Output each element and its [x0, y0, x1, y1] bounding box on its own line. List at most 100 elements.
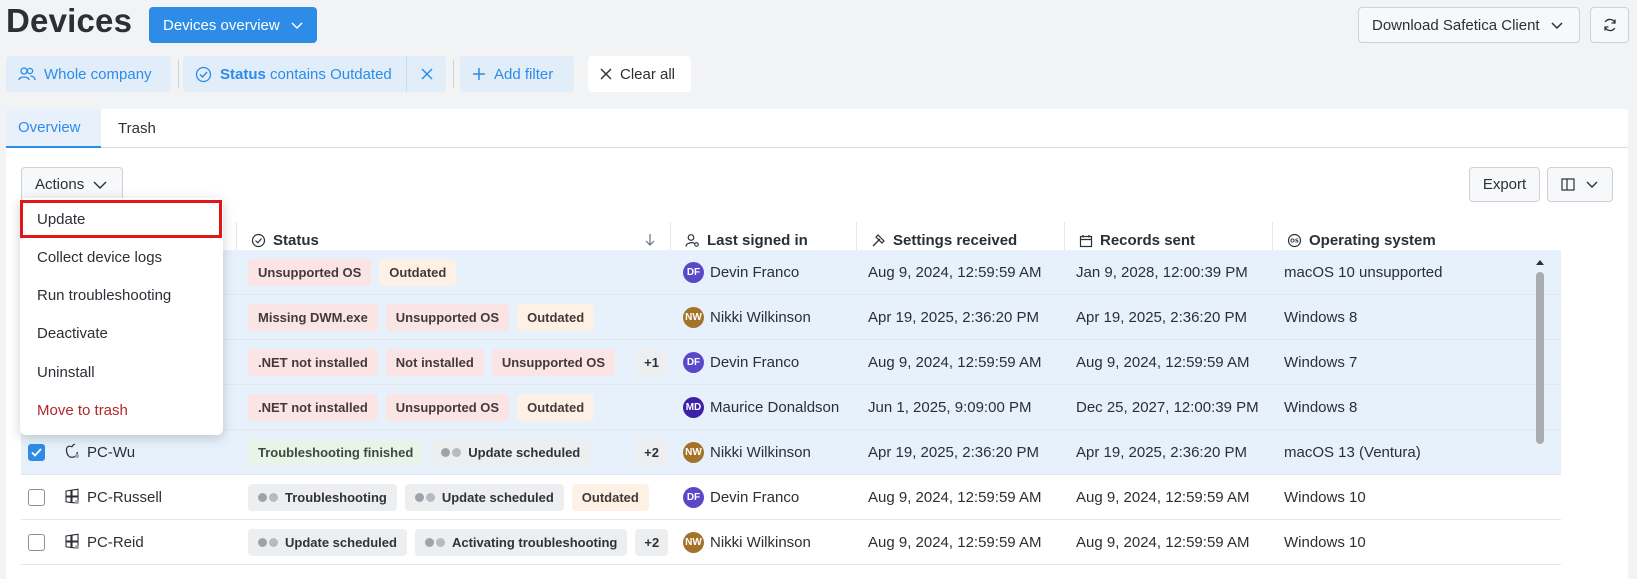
user-name[interactable]: Nikki Wilkinson — [710, 309, 811, 326]
actions-button[interactable]: Actions — [21, 167, 123, 202]
add-filter-button[interactable]: Add filter — [460, 56, 574, 92]
close-icon — [600, 68, 612, 80]
status-badge: Unsupported OS — [385, 394, 510, 421]
chevron-down-icon — [93, 181, 107, 189]
table-row[interactable]: Unsupported OS Outdated DF Devin Franco Aug … — [21, 250, 1561, 295]
view-select[interactable]: Devices overview — [149, 7, 317, 43]
table-row[interactable]: .NET not installed Unsupported OS Outdated… — [21, 385, 1561, 430]
settings-received-cell: Apr 19, 2025, 2:36:20 PM — [868, 444, 1039, 461]
user-name[interactable]: Devin Franco — [710, 354, 799, 371]
download-client-label: Download Safetica Client — [1372, 16, 1540, 34]
status-badge-label: Update scheduled — [468, 445, 581, 460]
menu-item-move-to-trash[interactable]: Move to trash — [20, 391, 223, 429]
clear-all-button[interactable]: Clear all — [588, 56, 691, 92]
table-row[interactable]: PC-Wu Troubleshooting finished Update sche… — [21, 430, 1561, 475]
table-row[interactable]: .NET not installed Not installed Unsupport… — [21, 340, 1561, 385]
operating-system-cell: macOS 13 (Ventura) — [1284, 444, 1421, 461]
row-checkbox[interactable] — [28, 489, 45, 506]
row-checkbox[interactable] — [28, 444, 45, 461]
company-filter-chip[interactable]: Whole company — [6, 56, 171, 92]
more-tags-badge[interactable]: +1 — [635, 349, 668, 376]
view-select-label: Devices overview — [163, 16, 280, 34]
operating-system-cell: Windows 8 — [1284, 309, 1358, 326]
avatar: NW — [683, 532, 704, 553]
status-filter-op: contains — [270, 65, 326, 83]
user-key-icon — [685, 234, 699, 247]
status-tags: Unsupported OS Outdated — [248, 250, 668, 295]
user-name[interactable]: Devin Franco — [710, 489, 799, 506]
operating-system-cell: Windows 10 — [1284, 489, 1366, 506]
device-name[interactable]: PC-Russell — [87, 475, 162, 520]
status-badge: Activating troubleshooting — [414, 529, 628, 556]
remove-filter-button[interactable] — [406, 56, 446, 92]
records-sent-cell: Aug 9, 2024, 12:59:59 AM — [1076, 489, 1250, 506]
status-badge-label: +1 — [644, 355, 659, 370]
download-client-button[interactable]: Download Safetica Client — [1358, 7, 1580, 43]
table-row[interactable]: Missing DWM.exe Unsupported OS Outdated NW N… — [21, 295, 1561, 340]
refresh-button[interactable] — [1590, 7, 1629, 43]
device-name[interactable]: PC-Reid — [87, 520, 144, 565]
menu-item-uninstall[interactable]: Uninstall — [20, 353, 223, 391]
status-badge: Unsupported OS — [248, 259, 372, 286]
records-sent-cell: Aug 9, 2024, 12:59:59 AM — [1076, 354, 1250, 371]
user-name[interactable]: Nikki Wilkinson — [710, 444, 811, 461]
chevron-down-icon — [291, 22, 303, 30]
operating-system-cell: Windows 8 — [1284, 399, 1358, 416]
status-badge-label: Update scheduled — [285, 535, 397, 550]
tab-overview[interactable]: Overview — [6, 109, 101, 148]
status-badge: Troubleshooting — [248, 484, 397, 511]
last-signed-in-cell: MD Maurice Donaldson — [683, 385, 863, 430]
actions-menu: Update Collect device logs Run troublesh… — [20, 198, 223, 435]
records-sent-cell: Aug 9, 2024, 12:59:59 AM — [1076, 534, 1250, 551]
status-badge: Outdated — [379, 259, 457, 286]
close-icon — [420, 68, 433, 80]
settings-received-cell: Aug 9, 2024, 12:59:59 AM — [868, 534, 1042, 551]
sort-down-icon[interactable] — [644, 233, 656, 247]
settings-received-cell: Aug 9, 2024, 12:59:59 AM — [868, 354, 1042, 371]
user-name[interactable]: Devin Franco — [710, 264, 799, 281]
table-row[interactable]: PC-Russell Troubleshooting Update schedule… — [21, 475, 1561, 520]
status-tags: .NET not installed Unsupported OS Outdated — [248, 385, 668, 430]
status-filter-field: Status — [220, 65, 266, 83]
tab-trash[interactable]: Trash — [106, 109, 168, 148]
column-status-label: Status — [273, 232, 319, 249]
status-tags: Troubleshooting finished Update scheduled… — [248, 430, 668, 475]
status-filter-chip[interactable]: Status contains Outdated — [183, 56, 446, 92]
device-name[interactable]: PC-Wu — [87, 430, 135, 475]
column-last-signed-in-label: Last signed in — [707, 232, 808, 249]
settings-received-cell: Aug 9, 2024, 12:59:59 AM — [868, 264, 1042, 281]
row-checkbox[interactable] — [28, 534, 45, 551]
hammer-icon — [872, 234, 885, 247]
menu-item-collect-logs[interactable]: Collect device logs — [20, 238, 223, 276]
more-tags-badge[interactable]: +2 — [635, 529, 668, 556]
menu-item-deactivate[interactable]: Deactivate — [20, 314, 223, 352]
status-badge: .NET not installed — [248, 394, 378, 421]
last-signed-in-cell: NW Nikki Wilkinson — [683, 520, 863, 565]
company-filter-label: Whole company — [44, 65, 152, 83]
columns-button[interactable] — [1547, 167, 1613, 202]
scroll-up-arrow[interactable] — [1533, 254, 1547, 272]
settings-received-cell: Jun 1, 2025, 9:09:00 PM — [868, 399, 1032, 416]
chevron-down-icon — [1586, 181, 1598, 188]
last-signed-in-cell: DF Devin Franco — [683, 250, 863, 295]
records-sent-cell: Dec 25, 2027, 12:00:39 PM — [1076, 399, 1259, 416]
check-circle-icon — [195, 66, 212, 82]
status-badge: Unsupported OS — [385, 304, 510, 331]
status-tags: Troubleshooting Update scheduled Outdated — [248, 475, 668, 520]
status-badge-label: Outdated — [527, 310, 585, 325]
menu-item-run-troubleshooting[interactable]: Run troubleshooting — [20, 276, 223, 314]
more-tags-badge[interactable]: +2 — [635, 439, 668, 466]
scrollbar-thumb[interactable] — [1536, 272, 1544, 444]
filter-divider — [178, 60, 179, 88]
table-row[interactable]: PC-Reid Update scheduled Activating troubl… — [21, 520, 1561, 565]
user-name[interactable]: Maurice Donaldson — [710, 399, 839, 416]
user-name[interactable]: Nikki Wilkinson — [710, 534, 811, 551]
columns-icon — [1561, 178, 1575, 191]
export-button[interactable]: Export — [1469, 167, 1540, 202]
triangle-up-icon — [1536, 260, 1544, 265]
menu-item-update[interactable]: Update — [20, 200, 222, 238]
actions-label: Actions — [35, 176, 85, 193]
last-signed-in-cell: NW Nikki Wilkinson — [683, 295, 863, 340]
operating-system-cell: macOS 10 unsupported — [1284, 264, 1443, 281]
chevron-down-icon — [1551, 22, 1563, 30]
